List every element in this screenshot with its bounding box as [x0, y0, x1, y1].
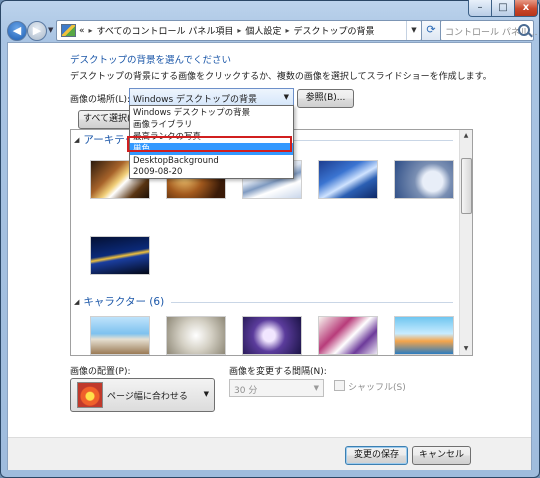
- collapse-icon[interactable]: ◢: [74, 298, 79, 306]
- breadcrumb-desktop-background[interactable]: デスクトップの背景: [293, 24, 374, 37]
- address-overflow-chevron[interactable]: «: [79, 26, 85, 36]
- breadcrumb-separator[interactable]: ▸: [89, 26, 93, 35]
- back-button[interactable]: ◀: [7, 21, 27, 41]
- highlight-box: [127, 136, 292, 152]
- save-changes-button[interactable]: 変更の保存: [345, 446, 408, 465]
- address-bar[interactable]: « ▸ すべてのコントロール パネル項目 ▸ 個人設定 ▸ デスクトップの背景 …: [56, 20, 422, 41]
- breadcrumb-separator[interactable]: ▸: [237, 26, 241, 35]
- refresh-button[interactable]: ⟳: [421, 20, 441, 41]
- scroll-down-icon[interactable]: ▼: [460, 343, 472, 355]
- footer-bar: 変更の保存 キャンセル: [8, 437, 531, 470]
- wallpaper-thumbnail[interactable]: [90, 316, 150, 355]
- recent-pages-dropdown-icon[interactable]: ▼: [48, 26, 53, 34]
- group-header-characters[interactable]: ◢ キャラクター (6): [74, 294, 164, 309]
- shuffle-label: シャッフル(S): [348, 383, 406, 393]
- maximize-button[interactable]: □: [491, 0, 515, 17]
- dropdown-option[interactable]: Windows デスクトップの背景: [130, 107, 293, 119]
- chevron-down-icon: ▼: [203, 390, 209, 398]
- wallpaper-thumbnail[interactable]: [242, 316, 302, 355]
- change-interval-label: 画像を変更する間隔(N):: [229, 367, 327, 377]
- group-divider: [171, 302, 453, 303]
- close-button[interactable]: x: [514, 0, 538, 17]
- wallpaper-thumbnail[interactable]: [394, 316, 454, 355]
- browse-button[interactable]: 参照(B)...: [297, 89, 354, 108]
- wallpaper-thumbnail[interactable]: [166, 316, 226, 355]
- chevron-down-icon: ▼: [313, 384, 319, 392]
- gallery-scrollbar[interactable]: ▲ ▼: [459, 130, 472, 355]
- wallpaper-thumbnail[interactable]: [318, 160, 378, 199]
- forward-button[interactable]: ▶: [27, 21, 47, 41]
- dropdown-option[interactable]: 2009-08-20: [130, 166, 293, 178]
- change-interval-value: 30 分: [234, 386, 258, 396]
- wallpaper-thumbnail[interactable]: [318, 316, 378, 355]
- breadcrumb-all-control-panel[interactable]: すべてのコントロール パネル項目: [97, 24, 234, 37]
- scrollbar-thumb[interactable]: [461, 158, 472, 214]
- picture-position-value: ページ幅に合わせる: [107, 392, 188, 402]
- breadcrumb-separator[interactable]: ▸: [285, 26, 289, 35]
- breadcrumb-personalization[interactable]: 個人設定: [245, 24, 281, 37]
- picture-location-value: Windows デスクトップの背景: [133, 95, 258, 105]
- search-icon: [518, 24, 530, 36]
- content-area: デスクトップの背景を選んでください デスクトップの背景にする画像をクリックするか…: [7, 42, 532, 470]
- shuffle-checkbox[interactable]: シャッフル(S): [334, 380, 406, 393]
- wallpaper-thumbnail[interactable]: [394, 160, 454, 199]
- group-title: キャラクター (6): [83, 296, 165, 308]
- wallpaper-thumbnail[interactable]: [90, 236, 150, 275]
- scroll-up-icon[interactable]: ▲: [460, 130, 472, 142]
- page-title: デスクトップの背景を選んでください: [70, 55, 232, 66]
- picture-position-label: 画像の配置(P):: [70, 367, 131, 377]
- page-description: デスクトップの背景にする画像をクリックするか、複数の画像を選択してスライドショー…: [70, 72, 492, 82]
- minimize-button[interactable]: –: [468, 0, 492, 17]
- change-interval-select[interactable]: 30 分 ▼: [229, 379, 324, 397]
- search-input[interactable]: コントロール パネル...: [440, 20, 537, 41]
- checkbox-icon[interactable]: [334, 380, 345, 391]
- flower-preview-icon: [77, 382, 103, 408]
- chevron-down-icon: ▼: [283, 93, 289, 101]
- address-dropdown-icon[interactable]: ▼: [406, 21, 421, 40]
- picture-position-select[interactable]: ページ幅に合わせる ▼: [70, 378, 215, 412]
- collapse-icon[interactable]: ◢: [74, 136, 79, 144]
- picture-location-label: 画像の場所(L):: [70, 95, 131, 105]
- cancel-button[interactable]: キャンセル: [412, 446, 471, 465]
- dropdown-option[interactable]: 画像ライブラリ: [130, 119, 293, 131]
- control-panel-icon: [61, 24, 76, 37]
